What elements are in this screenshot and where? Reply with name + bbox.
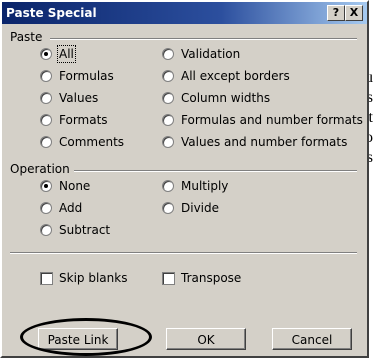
help-button[interactable]: ? — [327, 5, 345, 21]
radio-subtract[interactable]: Subtract — [40, 222, 110, 238]
radio-comments[interactable]: Comments — [40, 134, 124, 150]
paste-special-dialog: Paste Special ? X Paste All Formulas Val… — [0, 0, 369, 358]
paste-group-divider — [50, 38, 357, 40]
radio-none[interactable]: None — [40, 178, 90, 194]
radio-label: All except borders — [181, 69, 290, 83]
radio-label: Validation — [181, 47, 241, 61]
radio-formats[interactable]: Formats — [40, 112, 108, 128]
radio-label: Comments — [59, 135, 125, 149]
radio-values[interactable]: Values — [40, 90, 98, 106]
radio-button[interactable] — [40, 114, 52, 126]
radio-label: Formulas — [59, 69, 114, 83]
radio-label: All — [57, 45, 76, 63]
operation-group-label: Operation — [10, 162, 70, 176]
operation-group-divider — [74, 170, 357, 172]
radio-button[interactable] — [162, 48, 174, 60]
radio-multiply[interactable]: Multiply — [162, 178, 228, 194]
radio-button[interactable] — [162, 180, 174, 192]
paste-group-label: Paste — [10, 30, 43, 44]
radio-label: None — [59, 179, 91, 193]
radio-all[interactable]: All — [40, 45, 76, 63]
radio-column-widths[interactable]: Column widths — [162, 90, 270, 106]
radio-formulas[interactable]: Formulas — [40, 68, 114, 84]
radio-label: Column widths — [181, 91, 271, 105]
dialog-title: Paste Special — [6, 6, 97, 20]
checkbox-label: Skip blanks — [59, 271, 128, 285]
radio-button[interactable] — [162, 202, 174, 214]
radio-label: Subtract — [59, 223, 111, 237]
radio-button[interactable] — [40, 224, 52, 236]
radio-values-and-number-formats[interactable]: Values and number formats — [162, 134, 347, 150]
radio-validation[interactable]: Validation — [162, 46, 240, 62]
radio-button[interactable] — [40, 202, 52, 214]
checkbox-box[interactable] — [162, 271, 175, 285]
radio-label: Formats — [59, 113, 108, 127]
radio-button[interactable] — [40, 180, 52, 192]
radio-button[interactable] — [162, 114, 174, 126]
radio-label: Values — [59, 91, 99, 105]
radio-formulas-and-number-formats[interactable]: Formulas and number formats — [162, 112, 363, 128]
radio-button[interactable] — [162, 92, 174, 104]
radio-button[interactable] — [40, 136, 52, 148]
cancel-button[interactable]: Cancel — [272, 328, 352, 350]
radio-button[interactable] — [40, 70, 52, 82]
radio-add[interactable]: Add — [40, 200, 82, 216]
radio-all-except-borders[interactable]: All except borders — [162, 68, 290, 84]
close-button[interactable]: X — [345, 5, 363, 21]
radio-divide[interactable]: Divide — [162, 200, 219, 216]
checkbox-divider — [10, 252, 357, 254]
title-bar: Paste Special ? X — [2, 2, 367, 24]
checkbox-label: Transpose — [181, 271, 242, 285]
radio-label: Add — [59, 201, 83, 215]
radio-label: Divide — [181, 201, 220, 215]
radio-label: Values and number formats — [181, 135, 348, 149]
radio-button[interactable] — [162, 70, 174, 82]
highlight-circle — [20, 318, 152, 356]
transpose-checkbox[interactable]: Transpose — [162, 270, 241, 286]
radio-label: Formulas and number formats — [181, 113, 363, 127]
skip-blanks-checkbox[interactable]: Skip blanks — [40, 270, 127, 286]
checkbox-box[interactable] — [40, 271, 53, 285]
radio-label: Multiply — [181, 179, 229, 193]
radio-button[interactable] — [40, 48, 52, 60]
ok-button[interactable]: OK — [166, 328, 246, 350]
radio-button[interactable] — [162, 136, 174, 148]
radio-button[interactable] — [40, 92, 52, 104]
